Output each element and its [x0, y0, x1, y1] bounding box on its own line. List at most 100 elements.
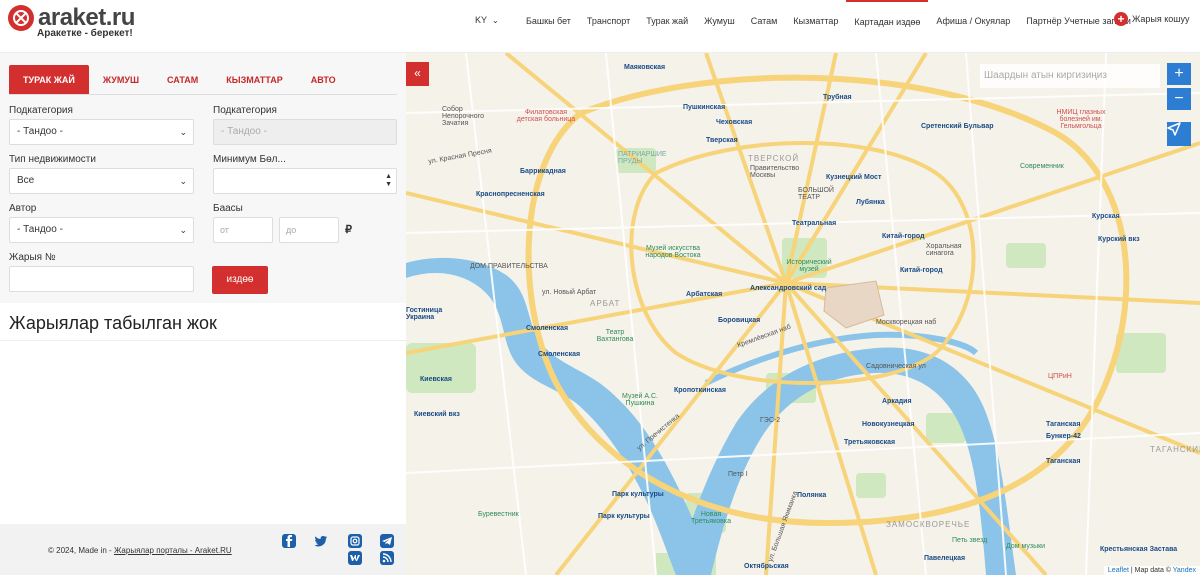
price-label: Баасы — [213, 203, 243, 214]
leaflet-link[interactable]: Leaflet — [1108, 567, 1129, 574]
property-type-label: Тип недвижимости — [9, 154, 96, 165]
map-label: Садовническая ул — [866, 363, 926, 370]
stepper-icon[interactable]: ▲ ▼ — [385, 173, 392, 189]
map-label: Арбатская — [686, 291, 723, 298]
map-label: АРБАТ — [590, 299, 621, 308]
nav-home[interactable]: Башкы бет — [518, 0, 579, 42]
nav-events[interactable]: Афиша / Окуялар — [928, 0, 1018, 42]
map-label: Парк культуры — [612, 491, 664, 498]
results-divider — [0, 340, 406, 341]
add-post-label: Жарыя кошуу — [1132, 14, 1190, 24]
city-search-input[interactable]: Шаардын атын киргизиңиз — [980, 64, 1160, 88]
vk-icon[interactable] — [348, 551, 362, 565]
map-label: Тверская — [706, 137, 738, 144]
map-label: БОЛЬШОЙ ТЕАТР — [798, 187, 834, 201]
left-panel: ТУРАК ЖАЙ ЖУМУШ САТАМ КЫЗМАТТАР АВТО Под… — [0, 53, 406, 575]
language-selector[interactable]: KY ⌄ — [475, 15, 499, 25]
price-from-input[interactable]: от — [213, 217, 273, 243]
map-label: Курский вкз — [1098, 236, 1140, 243]
property-type-value: Все — [17, 175, 35, 186]
map-label: ТВЕРСКОЙ — [748, 154, 800, 163]
search-button[interactable]: издөө — [212, 266, 268, 294]
map-label: Октябрьская — [744, 563, 789, 570]
map-label: Баррикадная — [520, 168, 566, 175]
min-rooms-label: Минимум Бөл... — [213, 154, 286, 165]
map-label: Музей А.С. Пушкина — [622, 393, 658, 407]
logo-icon — [8, 5, 34, 31]
map-label: Курская — [1092, 213, 1120, 220]
map-label: Китай-город — [882, 233, 925, 240]
tab-services[interactable]: КЫЗМАТТАР — [212, 65, 296, 95]
map-label: ТАГАНСКИЙ — [1150, 445, 1200, 454]
nav-services[interactable]: Кызматтар — [785, 0, 846, 42]
map-label: Таганская — [1046, 458, 1081, 465]
locate-me-button[interactable] — [1167, 122, 1191, 146]
map-label: Современник — [1020, 163, 1064, 170]
subcategory2-select[interactable]: - Тандоо - — [213, 119, 397, 145]
subcategory-value: - Тандоо - — [17, 126, 63, 137]
map-label: Сретенский Бульвар — [921, 123, 994, 130]
map-label: Павелецкая — [924, 555, 966, 562]
author-value: - Тандоо - — [17, 224, 63, 235]
site-header: araket.ru Аракетке - берекет! KY ⌄ Башкы… — [0, 0, 1200, 53]
map-label: ГЭС-2 — [760, 417, 781, 424]
nav-map-search[interactable]: Картадан издөө — [846, 0, 929, 42]
plus-icon: + — [1114, 12, 1128, 26]
rss-icon[interactable] — [380, 551, 394, 565]
subcategory2-label: Подкатегория — [213, 105, 277, 116]
subcategory-select[interactable]: - Тандоо - ⌄ — [9, 119, 194, 145]
map-label: Маяковская — [624, 64, 666, 71]
map-label: Кузнецкий Мост — [826, 174, 882, 181]
zoom-in-button[interactable]: + — [1167, 63, 1191, 85]
map-label: ДОМ ПРАВИТЕЛЬСТВА — [470, 263, 548, 270]
filter-panel: ТУРАК ЖАЙ ЖУМУШ САТАМ КЫЗМАТТАР АВТО Под… — [0, 53, 406, 303]
chevron-down-icon: ⌄ — [179, 127, 187, 137]
twitter-icon[interactable] — [314, 534, 328, 548]
map-label: Таганская — [1046, 421, 1081, 428]
price-to-placeholder: до — [286, 225, 297, 235]
tab-jobs[interactable]: ЖУМУШ — [89, 65, 153, 95]
map-label: НМИЦ глазных болезней им. Гельмгольца — [1056, 109, 1106, 130]
map-label: Аркадия — [882, 398, 912, 405]
map-label: Правительство Москвы — [750, 165, 800, 179]
map-label: Исторический музей — [786, 259, 832, 273]
nav-jobs[interactable]: Жумуш — [696, 0, 743, 42]
map-label: Третьяковская — [844, 439, 896, 446]
ad-number-input[interactable] — [9, 266, 194, 292]
tab-sell[interactable]: САТАМ — [153, 65, 212, 95]
telegram-icon[interactable] — [380, 534, 394, 548]
yandex-link[interactable]: Yandex — [1173, 567, 1196, 574]
instagram-icon[interactable] — [348, 534, 362, 548]
tab-housing[interactable]: ТУРАК ЖАЙ — [9, 65, 89, 95]
map-label: Музей искусства народов Востока — [645, 245, 701, 259]
property-type-select[interactable]: Все ⌄ — [9, 168, 194, 194]
price-from-placeholder: от — [220, 225, 229, 235]
attribution-separator: | Map data © — [1128, 567, 1173, 574]
collapse-panel-button[interactable]: « — [406, 62, 429, 86]
nav-sell[interactable]: Сатам — [743, 0, 786, 42]
map-attribution: Leaflet | Map data © Yandex — [1103, 566, 1200, 575]
price-to-input[interactable]: до — [279, 217, 339, 243]
map-label: Новая Третьяковка — [691, 511, 731, 525]
map-label: Смоленская — [526, 325, 569, 332]
author-select[interactable]: - Тандоо - ⌄ — [9, 217, 194, 243]
nav-transport[interactable]: Транспорт — [579, 0, 638, 42]
footer: © 2024, Made in - Жарыялар порталы - Ara… — [0, 524, 406, 575]
copyright: © 2024, Made in - Жарыялар порталы - Ara… — [48, 546, 232, 555]
map-label: Боровицкая — [718, 317, 761, 324]
map-label: Крестьянская Застава — [1100, 546, 1178, 553]
portal-link[interactable]: Жарыялар порталы - Araket.RU — [114, 546, 232, 555]
main-nav: Башкы бет Транспорт Турак жай Жумуш Сата… — [518, 0, 1139, 42]
add-post-button[interactable]: + Жарыя кошуу — [1114, 12, 1190, 26]
min-rooms-input[interactable]: ▲ ▼ — [213, 168, 397, 194]
map[interactable]: Маяковская Пушкинская Чеховская Тверская… — [406, 53, 1200, 575]
author-label: Автор — [9, 203, 37, 214]
zoom-out-button[interactable]: − — [1167, 88, 1191, 110]
nav-housing[interactable]: Турак жай — [638, 0, 696, 42]
map-label: ул. Новый Арбат — [542, 289, 597, 296]
map-label: Театр Вахтангова — [596, 329, 634, 343]
map-label: Москворецкая наб — [876, 319, 937, 326]
facebook-icon[interactable] — [282, 534, 296, 548]
tab-auto[interactable]: АВТО — [297, 65, 350, 95]
map-label: Краснопресненская — [476, 191, 545, 198]
